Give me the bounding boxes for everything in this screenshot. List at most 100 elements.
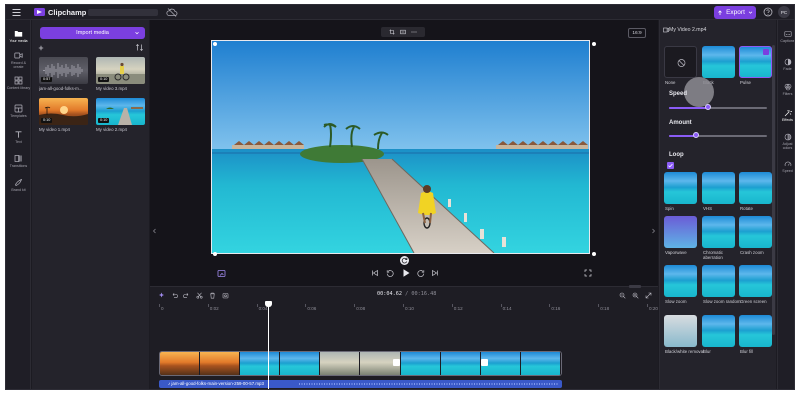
skip-forward-icon[interactable] xyxy=(431,269,439,277)
media-thumbnail-audio[interactable]: 0:57 xyxy=(39,57,88,84)
redo-icon[interactable] xyxy=(183,292,190,299)
effect-black-tile[interactable] xyxy=(702,46,735,78)
undo-icon[interactable] xyxy=(171,292,178,299)
effect-spin-tile[interactable] xyxy=(664,172,697,204)
ruler-tick xyxy=(647,304,648,307)
aspect-ratio-button[interactable]: 16:9 xyxy=(628,28,646,38)
import-media-button[interactable]: Import media xyxy=(40,27,145,39)
ruler-tick-label: 0:02 xyxy=(209,306,219,311)
layout-icon[interactable] xyxy=(217,269,226,278)
effect-black-white-removal-tile[interactable] xyxy=(664,315,697,347)
video-preview[interactable] xyxy=(211,40,590,254)
avatar[interactable]: PC xyxy=(778,6,790,18)
effect-vhs-tile[interactable] xyxy=(702,172,735,204)
help-icon[interactable] xyxy=(763,7,773,17)
add-icon[interactable] xyxy=(38,45,44,51)
ruler-tick-label: 0:12 xyxy=(453,306,463,311)
rail-adjust-colors[interactable]: Adjust colors xyxy=(778,133,794,150)
amount-slider[interactable] xyxy=(669,132,767,140)
effect-slow-zoom-tile[interactable] xyxy=(664,265,697,297)
project-name-field[interactable] xyxy=(88,9,158,16)
nav-transitions[interactable]: Transitions xyxy=(6,154,31,168)
nav-templates[interactable]: Templates xyxy=(6,104,31,118)
sort-icon[interactable] xyxy=(135,43,144,52)
ruler-tick xyxy=(451,304,453,307)
resize-handle[interactable] xyxy=(592,252,596,256)
effect-chromatic-aberration-tile[interactable] xyxy=(702,216,735,248)
playhead[interactable] xyxy=(268,303,269,389)
effect-crash-zoom-tile[interactable] xyxy=(739,216,772,248)
rail-filters[interactable]: Filters xyxy=(778,83,794,96)
slider-thumb[interactable] xyxy=(705,104,712,110)
text-icon xyxy=(15,131,22,138)
collapse-left-icon[interactable] xyxy=(152,226,157,236)
export-button[interactable]: Export xyxy=(714,6,756,19)
video-frame-image xyxy=(212,41,589,253)
panel-scrollbar[interactable] xyxy=(772,45,775,335)
effect-blur-tile[interactable] xyxy=(702,315,735,347)
transition-icon[interactable] xyxy=(393,359,400,366)
rotate-handle[interactable] xyxy=(400,256,409,265)
effect-label: VHS xyxy=(703,206,713,211)
rail-captions[interactable]: Captions xyxy=(778,30,794,43)
nav-content-library[interactable]: Content library xyxy=(6,76,31,90)
effect-green-screen-tile[interactable] xyxy=(739,265,772,297)
app-title: Clipchamp xyxy=(48,8,87,17)
resize-handle[interactable] xyxy=(213,42,217,46)
chevron-down-icon[interactable] xyxy=(134,30,140,36)
effect-slow-zoom-random-tile[interactable] xyxy=(702,265,735,297)
nav-record-create[interactable]: Record & create xyxy=(6,51,31,69)
resize-handle[interactable] xyxy=(592,42,596,46)
resize-handle[interactable] xyxy=(213,252,217,256)
right-rail: Captions Fade Filters Effects Adjust col… xyxy=(777,20,794,389)
forward-5-icon[interactable] xyxy=(417,269,425,277)
media-label: My video 2.mp4 xyxy=(96,127,127,132)
top-bar: Clipchamp Export PC xyxy=(6,5,794,20)
save-frame-icon[interactable] xyxy=(222,292,229,299)
slider-thumb[interactable] xyxy=(693,132,700,138)
menu-icon[interactable] xyxy=(11,7,22,18)
media-thumbnail-video-1[interactable]: 0:10 xyxy=(39,98,88,125)
export-icon xyxy=(718,9,722,15)
zoom-out-icon[interactable] xyxy=(619,292,626,299)
rail-effects[interactable]: Effects xyxy=(778,109,794,122)
effect-vaporwave-tile[interactable] xyxy=(664,216,697,248)
speed-slider[interactable] xyxy=(669,104,767,112)
play-icon[interactable] xyxy=(401,268,411,278)
effect-blur-fill-tile[interactable] xyxy=(739,315,772,347)
panel-resize-handle[interactable] xyxy=(629,285,641,288)
rail-fade[interactable]: Fade xyxy=(778,58,794,71)
media-panel: Import media 0:57 jam-all-good-folks-m..… xyxy=(32,20,149,389)
media-thumbnail-video-3[interactable]: 0:10 xyxy=(96,57,145,84)
scissors-icon[interactable] xyxy=(196,292,203,299)
fit-timeline-icon[interactable] xyxy=(645,292,652,299)
media-thumbnail-video-2[interactable]: 0:10 xyxy=(96,98,145,125)
cloud-sync-icon[interactable] xyxy=(166,7,178,18)
video-clip-frame xyxy=(520,352,561,375)
trash-icon[interactable] xyxy=(209,292,216,299)
effect-pulse-tile[interactable] xyxy=(739,46,772,78)
transition-icon[interactable] xyxy=(481,359,488,366)
skip-back-icon[interactable] xyxy=(371,269,379,277)
collapse-right-icon[interactable] xyxy=(651,226,656,236)
zoom-in-icon[interactable] xyxy=(632,292,639,299)
rail-speed[interactable]: Speed xyxy=(778,160,794,173)
nav-your-media[interactable]: Your media xyxy=(6,29,31,43)
loop-checkbox[interactable] xyxy=(667,162,674,169)
more-icon[interactable] xyxy=(411,29,417,35)
rewind-5-icon[interactable] xyxy=(386,269,394,277)
nav-brand-kit[interactable]: Brand kit xyxy=(6,178,31,192)
ruler-tick-label: 0:18 xyxy=(600,306,610,311)
effect-label: Chromatic aberration xyxy=(703,250,724,260)
speed-label: Speed xyxy=(669,91,688,97)
video-clip-frame xyxy=(320,352,361,375)
video-track[interactable] xyxy=(159,351,562,376)
playhead-handle[interactable] xyxy=(265,301,272,307)
fit-icon[interactable] xyxy=(400,29,406,35)
fullscreen-icon[interactable] xyxy=(584,269,592,277)
crop-icon[interactable] xyxy=(389,29,395,35)
magic-icon[interactable] xyxy=(158,292,165,299)
nav-text[interactable]: Text xyxy=(6,130,31,144)
effect-rotate-tile[interactable] xyxy=(739,172,772,204)
effect-none-tile[interactable] xyxy=(664,46,697,78)
